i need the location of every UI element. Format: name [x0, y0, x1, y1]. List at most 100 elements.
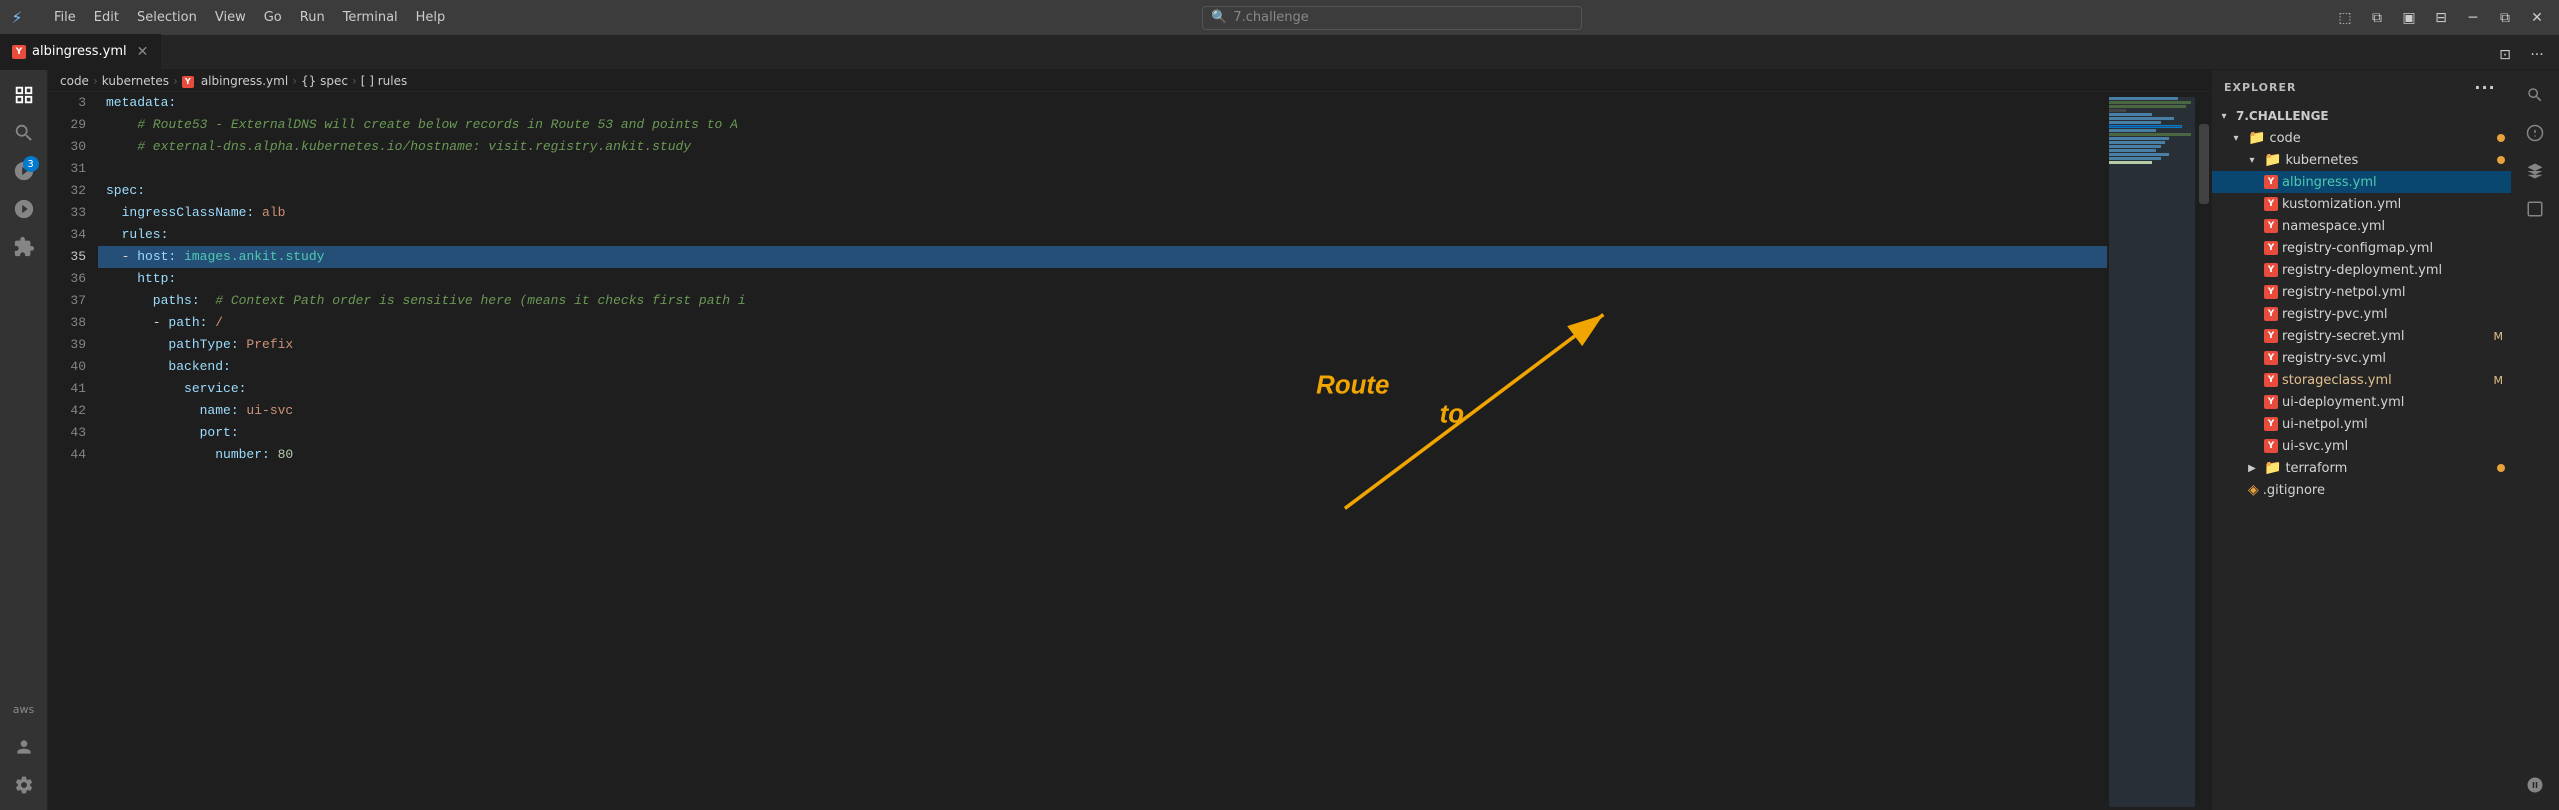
right-icon-1[interactable]: [2518, 78, 2552, 112]
breadcrumb: code › kubernetes › Y albingress.yml › {…: [48, 70, 2211, 92]
yaml-file-icon: Y: [2264, 241, 2278, 255]
yaml-file-icon: Y: [2264, 373, 2278, 387]
sidebar-toggle-icon[interactable]: ▣: [2395, 4, 2423, 32]
breadcrumb-spec[interactable]: {} spec: [301, 74, 348, 88]
tree-item-kubernetes[interactable]: ▾ 📁 kubernetes: [2212, 149, 2511, 171]
code-editor: Route to 3 29 30 31 32 33 34 35 36 37 38: [48, 92, 2211, 810]
breadcrumb-rules[interactable]: [ ] rules: [361, 74, 408, 88]
tree-item-terraform[interactable]: ▶ 📁 terraform: [2212, 457, 2511, 479]
tree-label-ui-svc: ui-svc.yml: [2282, 439, 2511, 454]
tab-label: albingress.yml: [32, 44, 127, 59]
search-icon: 🔍: [1211, 10, 1227, 25]
line-num-29: 29: [48, 114, 86, 136]
tree-label-namespace: namespace.yml: [2282, 219, 2511, 234]
tree-item-registry-svc[interactable]: Y registry-svc.yml: [2212, 347, 2511, 369]
tree-item-code[interactable]: ▾ 📁 code: [2212, 127, 2511, 149]
activity-git[interactable]: 3: [7, 154, 41, 188]
code-line-30: # external-dns.alpha.kubernetes.io/hostn…: [98, 136, 2107, 158]
tree-item-gitignore[interactable]: ◈ .gitignore: [2212, 479, 2511, 501]
tree-item-registry-secret[interactable]: Y registry-secret.yml M: [2212, 325, 2511, 347]
tree-item-registry-netpol[interactable]: Y registry-netpol.yml: [2212, 281, 2511, 303]
breadcrumb-albingress[interactable]: albingress.yml: [201, 74, 288, 88]
code-line-40: backend:: [98, 356, 2107, 378]
menu-file[interactable]: File: [46, 6, 84, 29]
minimize-icon[interactable]: ─: [2459, 4, 2487, 32]
split-right-icon[interactable]: ⊡: [2491, 41, 2519, 69]
right-icon-2[interactable]: [2518, 116, 2552, 150]
tab-bar-right: ⊡ ···: [161, 41, 2559, 69]
new-file-icon[interactable]: ···: [2471, 74, 2499, 102]
search-bar[interactable]: 🔍 7.challenge: [1202, 6, 1582, 30]
code-line-37: paths: # Context Path order is sensitive…: [98, 290, 2107, 312]
right-icon-4[interactable]: [2518, 192, 2552, 226]
tab-close-button[interactable]: ✕: [137, 44, 149, 60]
title-bar: ⚡ File Edit Selection View Go Run Termin…: [0, 0, 2559, 35]
right-side-icons: [2511, 70, 2559, 810]
tree-item-storageclass[interactable]: Y storageclass.yml M: [2212, 369, 2511, 391]
menu-terminal[interactable]: Terminal: [335, 6, 406, 29]
activity-accounts[interactable]: [7, 730, 41, 764]
tree-item-namespace[interactable]: Y namespace.yml: [2212, 215, 2511, 237]
restore-icon[interactable]: ⧉: [2491, 4, 2519, 32]
yaml-file-icon: Y: [2264, 439, 2278, 453]
split-editor-icon[interactable]: ⧉: [2363, 4, 2391, 32]
tree-label-registry-configmap: registry-configmap.yml: [2282, 241, 2511, 256]
sidebar-tree[interactable]: ▾ 7.CHALLENGE ▾ 📁 code ▾ 📁 kubernetes: [2212, 105, 2511, 810]
breadcrumb-sep-1: ›: [93, 74, 98, 88]
right-icon-3[interactable]: [2518, 154, 2552, 188]
tree-item-albingress[interactable]: Y albingress.yml: [2212, 171, 2511, 193]
yaml-file-icon: Y: [2264, 219, 2278, 233]
menu-help[interactable]: Help: [408, 6, 454, 29]
layout-options-icon[interactable]: ⊟: [2427, 4, 2455, 32]
modified-dot-kubernetes: [2497, 156, 2505, 164]
tree-item-ui-netpol[interactable]: Y ui-netpol.yml: [2212, 413, 2511, 435]
tab-bar: Y albingress.yml ✕ ⊡ ···: [0, 35, 2559, 70]
tree-item-ui-svc[interactable]: Y ui-svc.yml: [2212, 435, 2511, 457]
line-num-42: 42: [48, 400, 86, 422]
activity-extensions[interactable]: [7, 230, 41, 264]
menu-selection[interactable]: Selection: [129, 6, 205, 29]
breadcrumb-kubernetes[interactable]: kubernetes: [102, 74, 169, 88]
tree-item-registry-pvc[interactable]: Y registry-pvc.yml: [2212, 303, 2511, 325]
activity-settings[interactable]: [7, 768, 41, 802]
tree-label-gitignore: .gitignore: [2263, 483, 2511, 498]
folder-icon: 📁: [2248, 130, 2265, 146]
menu-edit[interactable]: Edit: [86, 6, 127, 29]
activity-debug[interactable]: [7, 192, 41, 226]
tree-root-7challenge[interactable]: ▾ 7.CHALLENGE: [2212, 105, 2511, 127]
activity-explorer[interactable]: [7, 78, 41, 112]
menu-run[interactable]: Run: [292, 6, 333, 29]
tree-item-registry-configmap[interactable]: Y registry-configmap.yml: [2212, 237, 2511, 259]
code-line-36: http:: [98, 268, 2107, 290]
breadcrumb-code[interactable]: code: [60, 74, 89, 88]
scrollbar-thumb[interactable]: [2199, 124, 2209, 204]
layout-icon[interactable]: ⬚: [2331, 4, 2359, 32]
menu-view[interactable]: View: [207, 6, 254, 29]
breadcrumb-icon-albingress: Y: [182, 73, 197, 88]
right-icon-5[interactable]: [2518, 768, 2552, 802]
explorer-title: EXPLORER: [2224, 81, 2296, 94]
tree-item-kustomization[interactable]: Y kustomization.yml: [2212, 193, 2511, 215]
tab-albingress[interactable]: Y albingress.yml ✕: [0, 34, 161, 69]
modified-badge-registry-secret: M: [2494, 330, 2512, 343]
line-num-34: 34: [48, 224, 86, 246]
yaml-file-icon: Y: [2264, 307, 2278, 321]
tree-label-kustomization: kustomization.yml: [2282, 197, 2511, 212]
menu-go[interactable]: Go: [256, 6, 290, 29]
code-line-34: rules:: [98, 224, 2107, 246]
more-actions-icon[interactable]: ···: [2523, 41, 2551, 69]
vertical-scrollbar[interactable]: [2197, 92, 2211, 810]
tree-item-ui-deployment[interactable]: Y ui-deployment.yml: [2212, 391, 2511, 413]
activity-search[interactable]: [7, 116, 41, 150]
chevron-down-icon: ▾: [2228, 130, 2244, 146]
close-icon[interactable]: ✕: [2523, 4, 2551, 32]
modified-badge-storageclass: M: [2494, 374, 2512, 387]
line-num-38: 38: [48, 312, 86, 334]
code-content[interactable]: metadata: # Route53 - ExternalDNS will c…: [98, 92, 2107, 810]
activity-remote[interactable]: aws: [7, 692, 41, 726]
line-num-30: 30: [48, 136, 86, 158]
tree-item-registry-deployment[interactable]: Y registry-deployment.yml: [2212, 259, 2511, 281]
breadcrumb-sep-3: ›: [292, 74, 297, 88]
title-bar-center: 🔍 7.challenge: [465, 6, 2319, 30]
yaml-file-icon: Y: [2264, 395, 2278, 409]
